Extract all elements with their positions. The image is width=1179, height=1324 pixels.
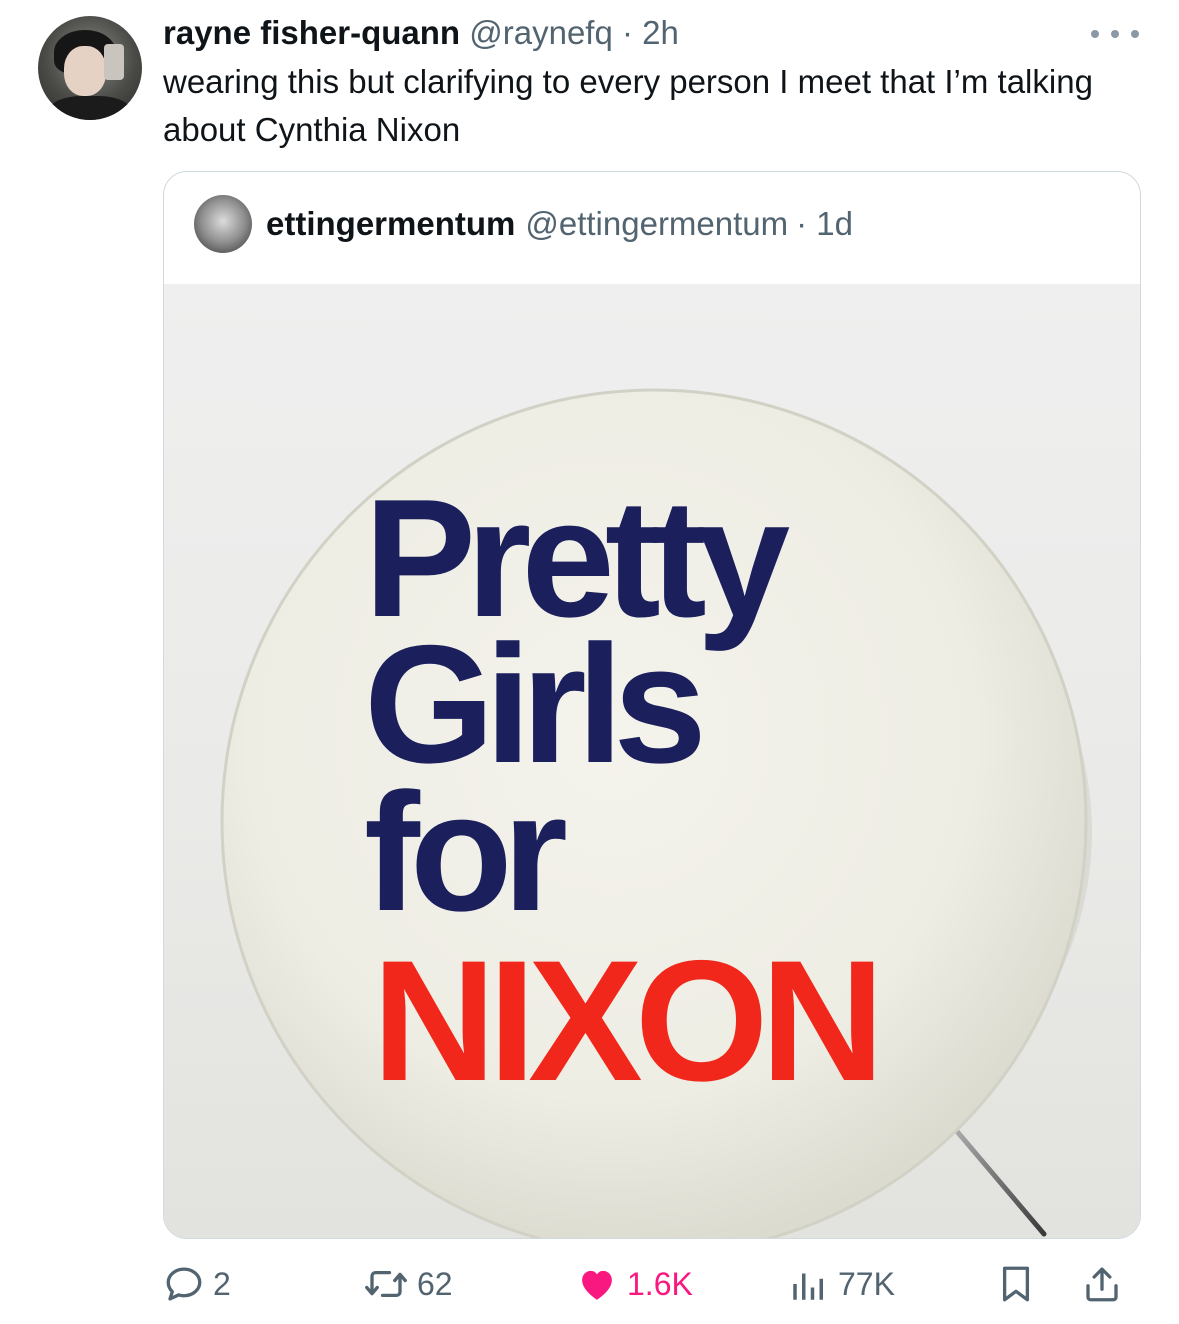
avatar-body	[48, 96, 132, 120]
more-dot	[1091, 30, 1099, 38]
quoted-author-name[interactable]: ettingermentum	[266, 205, 515, 243]
author-handle[interactable]: @raynefq	[469, 14, 613, 51]
button-pin	[941, 1113, 1047, 1237]
quoted-author-handle[interactable]: @ettingermentum	[525, 205, 788, 243]
repost-count: 62	[417, 1265, 453, 1302]
share-button[interactable]	[1081, 1262, 1123, 1306]
author-avatar[interactable]	[38, 16, 142, 120]
tweet-time[interactable]: · 2h	[622, 14, 679, 51]
author-name[interactable]: rayne fisher-quann	[163, 14, 460, 51]
campaign-button-image: Pretty Girls for NIXON	[220, 388, 1092, 1238]
reply-count: 2	[213, 1265, 231, 1302]
more-dot	[1111, 30, 1119, 38]
quoted-tweet[interactable]: ettingermentum @ettingermentum · 1d Pret…	[163, 171, 1141, 1239]
reply-button[interactable]: 2	[163, 1262, 231, 1306]
button-text-for: for	[364, 758, 566, 946]
views-count: 77K	[838, 1265, 895, 1302]
bookmark-icon	[1002, 1266, 1030, 1302]
like-count: 1.6K	[627, 1265, 693, 1302]
repost-button[interactable]: 62	[363, 1262, 453, 1306]
heart-icon	[582, 1270, 612, 1300]
quoted-tweet-time[interactable]: · 1d	[796, 205, 853, 243]
quoted-author-avatar[interactable]	[194, 195, 252, 253]
bookmark-button[interactable]	[995, 1262, 1037, 1306]
button-text-nixon: NIXON	[372, 925, 877, 1117]
share-icon	[1086, 1267, 1118, 1302]
like-button[interactable]: 1.6K	[575, 1262, 693, 1306]
avatar-phone	[104, 44, 124, 80]
tweet-actions: 2 62 1.6K 77K	[163, 1252, 1143, 1318]
reply-icon	[166, 1267, 202, 1301]
tweet-header: rayne fisher-quann @raynefq · 2h	[163, 12, 679, 54]
quoted-tweet-image[interactable]: Pretty Girls for NIXON	[164, 284, 1140, 1238]
more-options-icon[interactable]	[1091, 18, 1139, 50]
repost-icon	[365, 1270, 407, 1298]
more-dot	[1131, 30, 1139, 38]
avatar-face	[64, 46, 106, 96]
tweet-text: wearing this but clarifying to every per…	[163, 63, 1093, 148]
views-button[interactable]: 77K	[788, 1262, 895, 1306]
quoted-tweet-header: ettingermentum @ettingermentum · 1d	[194, 194, 853, 254]
views-chart-icon	[793, 1273, 823, 1300]
